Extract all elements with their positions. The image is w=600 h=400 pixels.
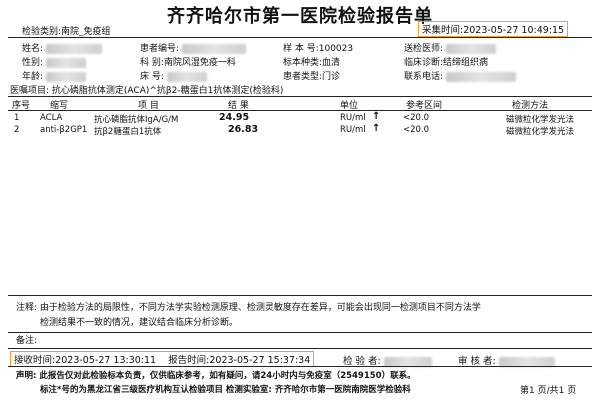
bed-field: 床 号:	[140, 69, 207, 82]
age-label: 年龄:	[22, 72, 44, 82]
patient-type: 患者类型:门诊	[283, 72, 341, 82]
reviewer-redacted	[498, 356, 555, 367]
send-doctor-redacted	[445, 43, 496, 54]
phone-label: 联系电话:	[404, 72, 444, 82]
note-line-2: 检测结果不一致的情况，建议结合临床分析诊断。	[40, 318, 239, 328]
bed-redacted	[166, 71, 207, 82]
row1-unit: RU/ml	[340, 113, 366, 123]
sex-label: 性别:	[22, 58, 44, 68]
exam-category: 检验类别:南院_免疫组	[22, 27, 111, 37]
receive-report-times: 接收时间:2023-05-27 13:30:11 报告时间:2023-05-27…	[10, 351, 315, 367]
tester-field: 检 验 者:	[343, 353, 432, 367]
remark-rule	[8, 348, 592, 349]
ordered-items: 医嘱项目: 抗心磷脂抗体测定(ACA)^抗β2-糖蛋白1抗体测定(检验科)	[10, 86, 284, 96]
name-label: 姓名:	[22, 44, 44, 54]
row1-ref: <20.0	[403, 113, 430, 123]
note-line-1: 注释: 由于检验方法的局限性，不同方法学实验检测原理、检测灵敏度存在差异，可能会…	[16, 303, 481, 313]
sex-field: 性别:	[22, 55, 86, 68]
notes-rule	[8, 332, 592, 333]
row1-code: ACLA	[40, 113, 63, 123]
row2-ref: <20.0	[403, 125, 430, 135]
sex-redacted	[45, 57, 86, 68]
patient-no-label: 患者编号:	[140, 44, 180, 54]
name-field: 姓名:	[22, 41, 102, 54]
row2-high-flag-icon: ↑	[372, 123, 381, 134]
name-redacted	[45, 43, 102, 54]
table-header-rule	[8, 110, 592, 111]
send-doctor-field: 送检医师:	[404, 41, 496, 54]
row2-unit: RU/ml	[340, 125, 366, 135]
remark: 备注:	[16, 336, 38, 346]
phone-redacted	[445, 71, 516, 82]
tester-redacted	[383, 356, 432, 367]
reviewer-field: 审 核 者:	[458, 353, 555, 367]
table-bottom-rule	[8, 295, 592, 296]
row1-item: 抗心磷脂抗体IgA/G/M	[94, 115, 179, 125]
sample-type: 标本种类:血清	[283, 58, 341, 68]
sample-no: 样 本 号:100023	[283, 44, 354, 54]
phone-field: 联系电话:	[404, 69, 516, 82]
row2-seq: 2	[14, 125, 20, 135]
bed-label: 床 号:	[140, 72, 164, 82]
row2-code: anti-β2GP1	[40, 125, 88, 135]
patient-no-field: 患者编号:	[140, 41, 246, 54]
receive-time: 接收时间:2023-05-27 13:30:11	[14, 355, 157, 366]
report-time: 报告时间:2023-05-27 15:37:34	[168, 355, 311, 366]
header-rule	[8, 37, 592, 38]
patient-no-redacted	[181, 43, 246, 54]
footer-rule	[8, 366, 592, 367]
age-redacted	[45, 71, 86, 82]
row1-method: 磁微粒化学发光法	[506, 115, 575, 125]
row1-seq: 1	[14, 113, 20, 123]
row2-method: 磁微粒化学发光法	[506, 127, 575, 137]
page-number: 第1 页/共1 页	[520, 386, 577, 396]
department: 科 别:南院风湿免疫一科	[140, 58, 236, 68]
row1-high-flag-icon: ↑	[372, 111, 381, 122]
row2-result: 26.83	[228, 124, 259, 135]
mark-note: 标注*号的为黑龙江省三级医疗机构互认检验项目 检测实验室: 齐齐哈尔市第一医院南…	[40, 385, 411, 395]
collect-time: 采集时间:2023-05-27 10:49:15	[418, 21, 569, 37]
table-top-rule	[8, 96, 592, 97]
clinical-diagnosis: 临床诊断:结缔组织病	[404, 58, 489, 68]
row2-item: 抗β2糖蛋白1抗体	[94, 127, 162, 137]
statement: 声明: 此报告仅对此检验标本负责，仅供临床参考，如有疑问，请24小时内与免疫室（…	[16, 371, 416, 381]
row1-result: 24.95	[219, 112, 250, 123]
age-field: 年龄:	[22, 69, 86, 82]
send-doctor-label: 送检医师:	[404, 44, 444, 54]
